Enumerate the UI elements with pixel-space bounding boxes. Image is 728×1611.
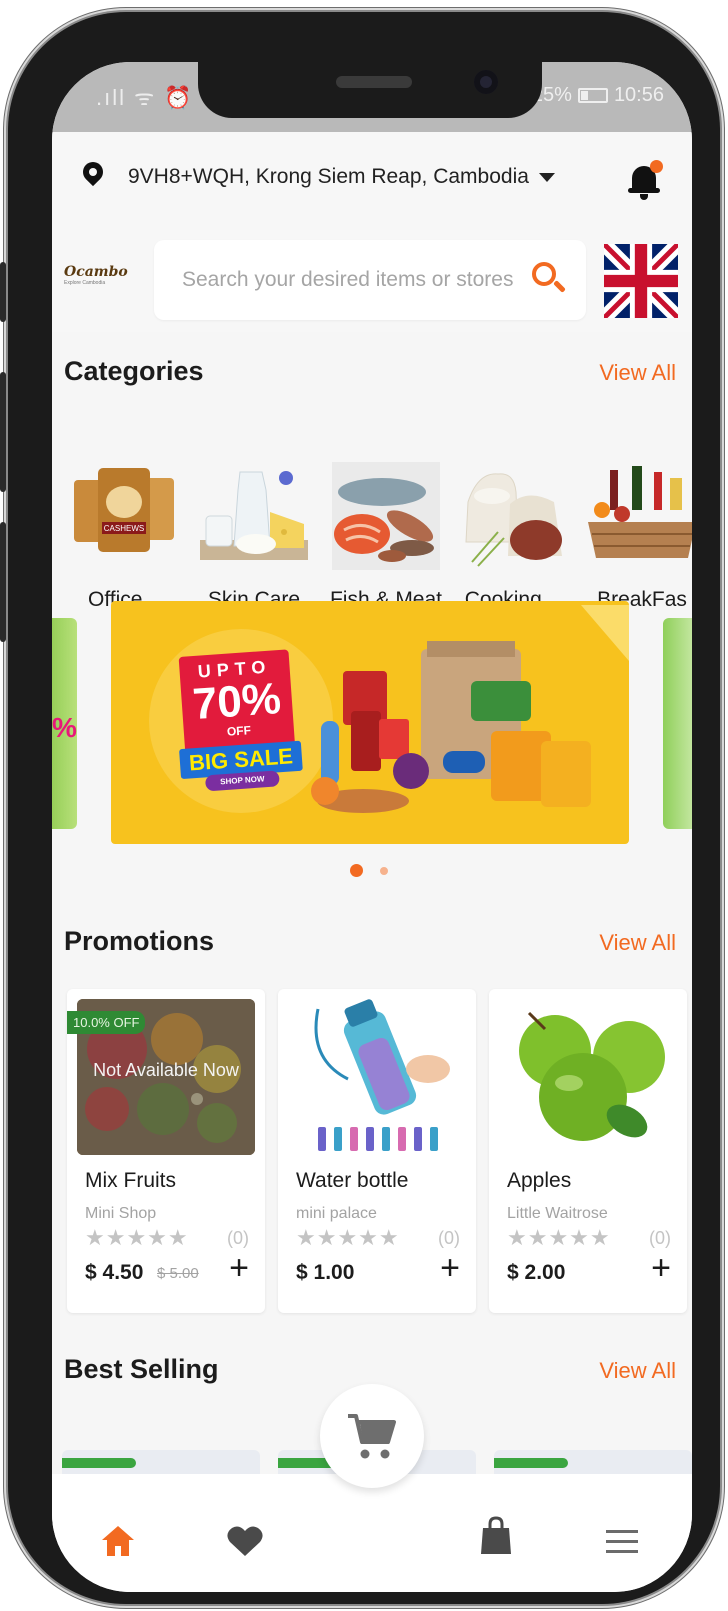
review-count: (0) (649, 1228, 671, 1248)
store-name: mini palace (296, 1205, 377, 1222)
product-price: $ 1.00 (296, 1261, 355, 1284)
notification-bell-icon[interactable] (628, 160, 663, 200)
svg-text:CASHEWS: CASHEWS (104, 524, 144, 533)
category-item[interactable]: Fish & Meat (326, 462, 446, 612)
add-to-cart-button[interactable]: + (229, 1251, 249, 1285)
not-available-text: Not Available Now (93, 1060, 239, 1080)
carousel-dot-active[interactable] (350, 864, 363, 877)
best-selling-title: Best Selling (64, 1354, 219, 1384)
product-card[interactable]: Apples Little Waitrose ★★★★★ (0) $ 2.00 … (489, 989, 687, 1313)
mute-switch (0, 262, 6, 322)
battery-icon (577, 88, 608, 103)
categories-view-all-link[interactable]: View All (599, 360, 676, 386)
original-price: $ 5.00 (157, 1265, 199, 1282)
home-icon[interactable] (100, 1524, 136, 1558)
chevron-down-icon (538, 172, 555, 182)
category-item[interactable]: BreakFas (582, 462, 692, 612)
rating-stars: ★★★★★ (85, 1225, 189, 1250)
front-camera (474, 70, 498, 94)
discount-badge: 10.0% OFF (67, 1011, 146, 1034)
volume-down-button (0, 522, 6, 642)
logo-text: Ocambo (64, 264, 128, 280)
signal-wifi-alarm-icons: .ıll ᯤ ⏰ (96, 85, 194, 110)
previous-banner-peek[interactable]: % (52, 618, 77, 829)
breakfast-basket-icon (588, 462, 692, 570)
clock: 10:56 (613, 84, 664, 106)
location-selector[interactable]: 9VH8+WQH, Krong Siem Reap, Cambodia (82, 162, 555, 192)
peek-text: % (52, 712, 77, 743)
phone-frame: .ıll ᯤ ⏰ 25% 10:56 9VH8+WQH, Krong Siem … (0, 12, 720, 1604)
uk-flag-icon[interactable] (604, 244, 678, 318)
category-item[interactable]: Skin Care (194, 462, 314, 612)
store-name: Little Waitrose (507, 1205, 608, 1222)
volume-up-button (0, 372, 6, 492)
cart-icon (348, 1414, 396, 1459)
app-logo[interactable]: Ocambo Explore Cambodia (64, 264, 136, 304)
bottom-navigation (52, 1474, 692, 1592)
add-to-cart-button[interactable]: + (440, 1251, 460, 1285)
category-item[interactable]: CASHEWS Office... (64, 462, 184, 612)
search-icon[interactable] (532, 262, 566, 296)
fish-meat-icon (332, 462, 440, 570)
speaker-grille (336, 76, 412, 88)
product-image (288, 999, 466, 1155)
location-text: 9VH8+WQH, Krong Siem Reap, Cambodia (128, 165, 529, 188)
bag-icon[interactable] (480, 1516, 512, 1556)
product-card[interactable]: Water bottle mini palace ★★★★★ (0) $ 1.0… (278, 989, 476, 1313)
promotions-title: Promotions (64, 926, 215, 956)
rating-stars: ★★★★★ (507, 1225, 611, 1250)
product-price: $ 4.50 (85, 1261, 144, 1284)
menu-icon[interactable] (604, 1528, 640, 1556)
grain-sacks-icon (458, 462, 566, 570)
best-selling-view-all-link[interactable]: View All (599, 1358, 676, 1384)
sale-percent: 70% (191, 674, 283, 730)
app-screen: .ıll ᯤ ⏰ 25% 10:56 9VH8+WQH, Krong Siem … (52, 62, 692, 1592)
carousel-dot[interactable] (380, 867, 388, 875)
status-bar: .ıll ᯤ ⏰ 25% 10:56 (52, 62, 692, 132)
search-input[interactable]: Search your desired items or stores (154, 240, 586, 320)
status-right: 25% 10:56 (532, 84, 664, 107)
sale-banner[interactable]: UPTO 70% OFF BIG SALE SHOP NOW (111, 601, 629, 844)
review-count: (0) (227, 1228, 249, 1248)
add-to-cart-button[interactable]: + (651, 1251, 671, 1285)
logo-subtext: Explore Cambodia (64, 280, 106, 286)
location-pin-icon (82, 162, 104, 192)
store-name: Mini Shop (85, 1205, 157, 1222)
categories-title: Categories (64, 356, 204, 386)
big-sale-badge: UPTO 70% OFF BIG SALE SHOP NOW (178, 649, 303, 792)
app-header: 9VH8+WQH, Krong Siem Reap, Cambodia Ocam… (52, 132, 692, 332)
search-placeholder: Search your desired items or stores (182, 268, 514, 291)
next-banner-peek[interactable] (663, 618, 692, 829)
product-price: $ 2.00 (507, 1261, 566, 1284)
category-item[interactable]: Cooking... (452, 462, 572, 612)
rating-stars: ★★★★★ (296, 1225, 400, 1250)
milk-cheese-icon (200, 462, 308, 570)
promotions-view-all-link[interactable]: View All (599, 930, 676, 956)
product-name: Water bottle (296, 1169, 409, 1192)
product-name: Apples (507, 1169, 572, 1192)
cashew-bags-icon: CASHEWS (70, 462, 178, 570)
notch (198, 62, 542, 118)
heart-icon[interactable] (226, 1524, 264, 1558)
product-name: Mix Fruits (85, 1169, 176, 1192)
cart-button[interactable] (320, 1384, 424, 1488)
product-card[interactable]: Not Available Now 10.0% OFF Mix Fruits M… (67, 989, 265, 1313)
notification-badge (650, 160, 663, 173)
product-image (499, 999, 677, 1155)
review-count: (0) (438, 1228, 460, 1248)
